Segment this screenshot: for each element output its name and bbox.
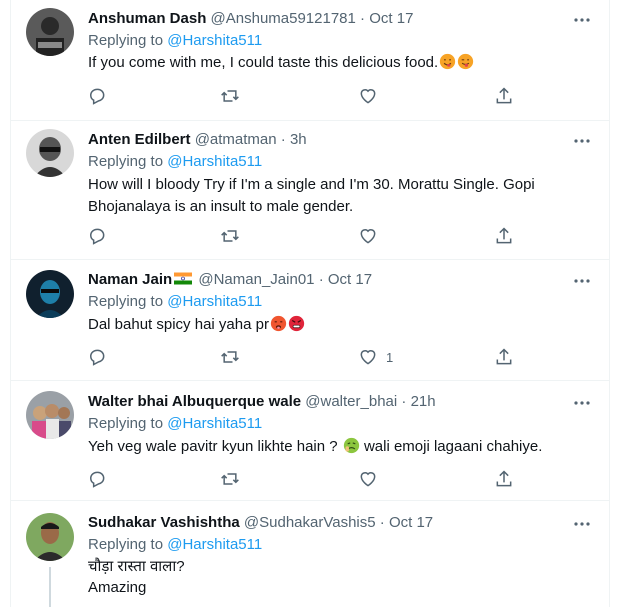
share-icon[interactable] <box>494 226 516 248</box>
tweet-text: Dal bahut spicy hai yaha pr <box>88 314 588 335</box>
display-name[interactable]: Anshuman Dash <box>88 10 206 27</box>
like-icon[interactable] <box>358 347 380 369</box>
timestamp[interactable]: Oct 17 <box>369 10 413 27</box>
avatar[interactable] <box>26 391 74 439</box>
separator: · <box>360 10 366 27</box>
india-flag-icon <box>174 272 193 285</box>
separator: · <box>379 514 385 531</box>
retweet-icon[interactable] <box>220 469 242 491</box>
replying-to: Replying to @Harshita511 <box>88 152 262 172</box>
user-handle[interactable]: @walter_bhai <box>305 393 397 410</box>
share-icon[interactable] <box>494 469 516 491</box>
replying-label: Replying to <box>88 32 164 49</box>
like-icon[interactable] <box>358 469 380 491</box>
more-icon[interactable] <box>572 131 592 151</box>
tweet-body-part-2: wali emoji lagaani chahiye. <box>363 438 543 455</box>
display-name[interactable]: Walter bhai Albuquerque wale <box>88 393 301 410</box>
like-icon[interactable] <box>358 86 380 108</box>
tweet-text: If you come with me, I could taste this … <box>88 52 588 73</box>
replying-to: Replying to @Harshita511 <box>88 535 262 555</box>
tweet-3[interactable]: Naman Jain @Naman_Jain01 · Oct 17 Replyi… <box>10 260 610 381</box>
tweet-body: If you come with me, I could taste this … <box>88 54 439 71</box>
tweet-header: Sudhakar Vashishtha @SudhakarVashis5 · O… <box>88 513 433 533</box>
mention-link[interactable]: @Harshita511 <box>167 293 262 310</box>
reply-icon[interactable] <box>87 226 109 248</box>
timestamp[interactable]: Oct 17 <box>389 514 433 531</box>
nauseated-face-icon <box>343 437 359 454</box>
replying-label: Replying to <box>88 293 164 310</box>
hot-face-icon <box>270 315 287 332</box>
user-handle[interactable]: @SudhakarVashis5 <box>244 514 376 531</box>
replying-label: Replying to <box>88 536 164 553</box>
angry-face-icon <box>288 315 305 332</box>
like-icon[interactable] <box>358 226 380 248</box>
timestamp[interactable]: Oct 17 <box>328 271 372 288</box>
display-name[interactable]: Naman Jain <box>88 271 172 288</box>
winking-tongue-face-icon <box>458 53 474 70</box>
replying-to: Replying to @Harshita511 <box>88 31 262 51</box>
user-handle[interactable]: @Anshuma59121781 <box>211 10 356 27</box>
mention-link[interactable]: @Harshita511 <box>167 415 262 432</box>
share-icon[interactable] <box>494 86 516 108</box>
mention-link[interactable]: @Harshita511 <box>167 153 262 170</box>
tweet-header: Anshuman Dash @Anshuma59121781 · Oct 17 <box>88 9 413 29</box>
tweet-4[interactable]: Walter bhai Albuquerque wale @walter_bha… <box>10 381 610 501</box>
face-savoring-food-icon <box>440 53 456 70</box>
display-name[interactable]: Anten Edilbert <box>88 131 191 148</box>
tweet-text-line-1: चौड़ा रास्ता वाला? <box>88 558 185 575</box>
tweet-body: Dal bahut spicy hai yaha pr <box>88 316 269 333</box>
share-icon[interactable] <box>494 347 516 369</box>
tweet-header: Walter bhai Albuquerque wale @walter_bha… <box>88 392 436 412</box>
tweet-text-line-2: Amazing <box>88 579 147 596</box>
tweet-5[interactable]: Sudhakar Vashishtha @SudhakarVashis5 · O… <box>10 501 610 607</box>
reply-icon[interactable] <box>87 469 109 491</box>
timestamp[interactable]: 3h <box>290 131 307 148</box>
reply-icon[interactable] <box>87 86 109 108</box>
separator: · <box>401 393 407 410</box>
thread-connector <box>49 567 51 607</box>
more-icon[interactable] <box>572 514 592 534</box>
more-icon[interactable] <box>572 10 592 30</box>
retweet-icon[interactable] <box>220 347 242 369</box>
tweet-text: How will I bloody Try if I'm a single an… <box>88 176 535 215</box>
tweet-1[interactable]: Anshuman Dash @Anshuma59121781 · Oct 17 … <box>10 0 610 121</box>
retweet-icon[interactable] <box>220 86 242 108</box>
avatar[interactable] <box>26 129 74 177</box>
tweet-header: Naman Jain @Naman_Jain01 · Oct 17 <box>88 270 372 290</box>
user-handle[interactable]: @Naman_Jain01 <box>198 271 314 288</box>
avatar[interactable] <box>26 513 74 561</box>
mention-link[interactable]: @Harshita511 <box>167 536 262 553</box>
tweet-text: Yeh veg wale pavitr kyun likhte hain ? w… <box>88 436 588 457</box>
separator: · <box>318 271 324 288</box>
avatar[interactable] <box>26 8 74 56</box>
separator: · <box>280 131 286 148</box>
user-handle[interactable]: @atmatman <box>195 131 277 148</box>
avatar[interactable] <box>26 270 74 318</box>
tweet-body-part-1: Yeh veg wale pavitr kyun likhte hain ? <box>88 438 338 455</box>
replying-label: Replying to <box>88 415 164 432</box>
display-name[interactable]: Sudhakar Vashishtha <box>88 514 240 531</box>
reply-icon[interactable] <box>87 347 109 369</box>
tweet-header: Anten Edilbert @atmatman · 3h <box>88 130 307 150</box>
replying-to: Replying to @Harshita511 <box>88 292 262 312</box>
replying-label: Replying to <box>88 153 164 170</box>
like-count: 1 <box>386 350 394 365</box>
more-icon[interactable] <box>572 393 592 413</box>
mention-link[interactable]: @Harshita511 <box>167 32 262 49</box>
retweet-icon[interactable] <box>220 226 242 248</box>
more-icon[interactable] <box>572 271 592 291</box>
tweet-2[interactable]: Anten Edilbert @atmatman · 3h Replying t… <box>10 121 610 260</box>
replying-to: Replying to @Harshita511 <box>88 414 262 434</box>
timestamp[interactable]: 21h <box>411 393 436 410</box>
